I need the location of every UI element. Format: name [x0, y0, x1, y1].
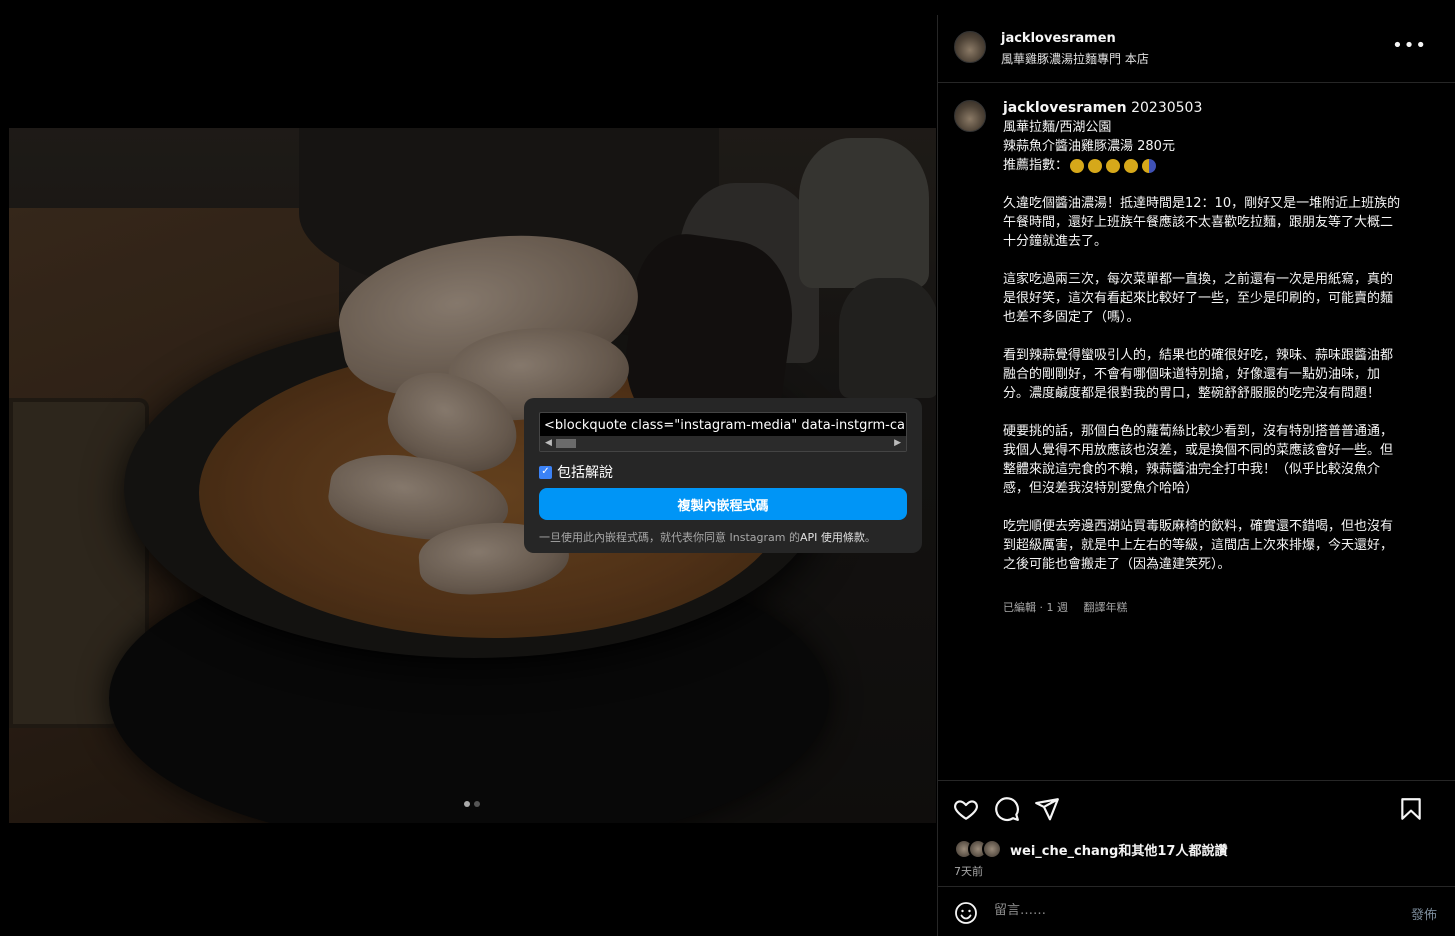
include-caption-label[interactable]: 包括解說 — [557, 462, 613, 482]
header-username[interactable]: jacklovesramen — [1001, 31, 1116, 46]
post-time[interactable]: 7天前 — [954, 863, 983, 879]
caption-paragraph: 這家吃過兩三次，每次菜單都一直換，之前還有一次是用紙寫，真的是很好笑，這次有看起… — [1003, 272, 1394, 325]
rating-dot-half — [1142, 158, 1157, 173]
rating-dot — [1106, 158, 1121, 173]
caption-meta: 已編輯 · 1 週 翻譯年糕 — [1003, 599, 1140, 615]
rating-dot — [1124, 158, 1139, 173]
caption-rating: 推薦指數： — [1003, 156, 1403, 175]
avatar[interactable] — [954, 31, 986, 63]
embed-code-scrollbar[interactable]: ◀ ▶ — [540, 436, 906, 451]
emoji-icon[interactable] — [954, 901, 978, 925]
carousel-dot-active — [464, 801, 470, 807]
terms-prefix: 一旦使用此內嵌程式碼，就代表你同意 Instagram 的 — [539, 531, 800, 544]
embed-code-text[interactable]: <blockquote class="instagram-media" data… — [540, 413, 906, 435]
send-icon[interactable] — [1034, 796, 1060, 822]
translate-link[interactable]: 翻譯年糕 — [1084, 601, 1128, 614]
caption-username[interactable]: jacklovesramen — [1003, 100, 1127, 116]
terms-suffix: 。 — [864, 531, 876, 544]
comment-bar: 發佈 — [938, 886, 1455, 936]
media-area: <blockquote class="instagram-media" data… — [0, 0, 937, 936]
rating-dot — [1088, 158, 1103, 173]
post-header: jacklovesramen 風華雞豚濃湯拉麵專門 本店 ••• — [938, 15, 1455, 83]
liker-avatar — [982, 839, 1002, 859]
rating-dot — [1070, 158, 1085, 173]
post-comment-button[interactable]: 發佈 — [1411, 904, 1437, 923]
caption-avatar[interactable] — [954, 100, 986, 132]
rating-label: 推薦指數： — [1003, 158, 1069, 173]
embed-code-field[interactable]: <blockquote class="instagram-media" data… — [539, 412, 907, 452]
caption-area: jacklovesramen 20230503 風華拉麵/西湖公園 辣蒜魚介醬油… — [938, 84, 1455, 780]
caption-date: 20230503 — [1126, 100, 1203, 116]
more-options-icon[interactable]: ••• — [1392, 37, 1427, 55]
include-caption-row[interactable]: ✓ 包括解說 — [539, 462, 907, 482]
edited-time: 已編輯 · 1 週 — [1003, 601, 1068, 614]
scroll-right-icon[interactable]: ▶ — [894, 438, 901, 448]
include-caption-checkbox[interactable]: ✓ — [539, 465, 552, 479]
caption-line: 風華拉麵/西湖公園 — [1003, 120, 1112, 135]
carousel-dot — [474, 801, 480, 807]
carousel-indicator — [464, 801, 480, 807]
scroll-thumb[interactable] — [556, 439, 576, 448]
caption-paragraph: 久違吃個醬油濃湯！抵達時間是12：10，剛好又是一堆附近上班族的午餐時間，還好上… — [1003, 196, 1401, 249]
caption-paragraph: 看到辣蒜覺得蠻吸引人的，結果也的確很好吃，辣味、蒜味跟醬油都融合的剛剛好，不會有… — [1003, 348, 1394, 401]
likes-text[interactable]: wei_che_chang和其他17人都說讚 — [1010, 840, 1227, 859]
bookmark-icon[interactable] — [1398, 796, 1424, 822]
header-location[interactable]: 風華雞豚濃湯拉麵專門 本店 — [1001, 50, 1149, 67]
likes-row[interactable]: wei_che_chang和其他17人都說讚 — [954, 839, 1227, 859]
caption-paragraph: 硬要挑的話，那個白色的蘿蔔絲比較少看到，沒有特別搭普普通通，我個人覺得不用放應該… — [1003, 424, 1394, 496]
caption-line: 辣蒜魚介醬油雞豚濃湯 280元 — [1003, 139, 1175, 154]
scroll-left-icon[interactable]: ◀ — [545, 438, 552, 448]
copy-embed-code-button[interactable]: 複製內嵌程式碼 — [539, 488, 907, 520]
api-terms-link[interactable]: API 使用條款 — [800, 531, 865, 544]
caption-head: jacklovesramen 20230503 — [1003, 99, 1403, 118]
embed-terms-text: 一旦使用此內嵌程式碼，就代表你同意 Instagram 的API 使用條款。 — [539, 529, 907, 545]
comment-input[interactable] — [994, 903, 1374, 918]
action-bar: wei_che_chang和其他17人都說讚 7天前 — [938, 780, 1455, 886]
comment-icon[interactable] — [994, 796, 1020, 822]
post-side-panel: jacklovesramen 風華雞豚濃湯拉麵專門 本店 ••• jacklov… — [937, 15, 1455, 936]
caption-paragraph: 吃完順便去旁邊西湖站買毒販麻椅的飲料，確實還不錯喝，但也沒有到超級厲害，就是中上… — [1003, 519, 1394, 572]
embed-popup: <blockquote class="instagram-media" data… — [524, 398, 922, 553]
caption-text: jacklovesramen 20230503 風華拉麵/西湖公園 辣蒜魚介醬油… — [1003, 99, 1403, 574]
rating-dots — [1070, 158, 1157, 173]
heart-icon[interactable] — [953, 796, 979, 822]
